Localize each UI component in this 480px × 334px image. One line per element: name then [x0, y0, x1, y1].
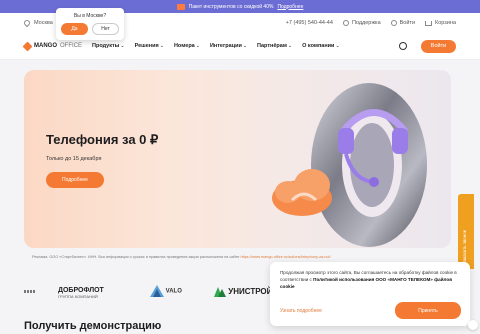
cart-icon [425, 20, 433, 26]
zero-headset-illustration [272, 83, 427, 247]
nav-item-solutions[interactable]: Решения⌄ [135, 43, 164, 49]
location-pin-icon [22, 18, 32, 28]
logo-office: OFFICE [60, 43, 82, 49]
promo-text: Пакет инструментов со скидкой 40% [188, 3, 274, 10]
user-icon [390, 20, 397, 26]
city-yes-button[interactable]: Да [61, 23, 88, 35]
chevron-down-icon: ⌄ [120, 43, 125, 49]
login-link[interactable]: Войти [390, 20, 416, 26]
client-logo-dobroflot: ДОБРОФЛОТ ГРУППА КОМПАНИЙ [58, 287, 104, 299]
demo-section-title: Получить демонстрацию [24, 320, 162, 332]
client-logo-fragment [24, 290, 36, 293]
chevron-down-icon: ⌄ [159, 43, 164, 49]
city-confirm-popup: Вы в Москве? Да Нет [56, 8, 124, 40]
cookie-text: Продолжая просмотр этого сайта, Вы согла… [280, 270, 457, 289]
side-tab-label: Заказать звонок [462, 230, 467, 264]
chat-icon [342, 20, 349, 26]
phone-link[interactable]: +7 (495) 540-44-44 [286, 20, 333, 26]
cookie-accept-button[interactable]: Принять [395, 302, 461, 319]
nav-item-products[interactable]: Продукты⌄ [92, 43, 125, 49]
client-logo-unistroy: УНИСТРОЙ [214, 287, 272, 297]
cart-label: Корзина [435, 20, 456, 26]
enter-button[interactable]: Войти [421, 39, 456, 53]
chevron-down-icon: ⌄ [287, 43, 293, 49]
legal-note: Реклама. ООО «Стартбизнес». ИНН. Вся инф… [32, 255, 442, 259]
chevron-down-icon: ⌄ [335, 43, 340, 49]
unistroy-mark-icon [214, 287, 226, 297]
city-question: Вы в Москве? [73, 13, 107, 19]
cookie-banner: Продолжая просмотр этого сайта, Вы согла… [270, 262, 470, 326]
city-no-button[interactable]: Нет [92, 23, 119, 35]
nav-menu: Продукты⌄ Решения⌄ Номера⌄ Интеграции⌄ П… [92, 43, 340, 49]
chevron-down-icon: ⌄ [242, 43, 248, 49]
valo-mark-icon [150, 285, 164, 297]
gift-icon [176, 3, 185, 10]
nav-item-integrations[interactable]: Интеграции⌄ [210, 43, 247, 49]
chevron-down-icon: ⌄ [195, 43, 200, 49]
hero-subtitle: Только до 15 декабря [46, 156, 102, 162]
logo[interactable]: MANGO OFFICE [22, 41, 82, 51]
search-icon[interactable] [399, 42, 407, 50]
support-link[interactable]: Поддержка [342, 20, 381, 26]
hero-title: Телефония за 0 ₽ [46, 132, 159, 147]
nav-item-partners[interactable]: Партнёрам⌄ [257, 43, 292, 49]
cookie-more-link[interactable]: Узнать подробнее [280, 308, 322, 314]
legal-text: Реклама. ООО «Стартбизнес». ИНН. Вся инф… [32, 255, 241, 259]
login-label: Войти [399, 20, 416, 26]
cart-link[interactable]: Корзина [425, 20, 456, 26]
nav-item-numbers[interactable]: Номера⌄ [174, 43, 200, 49]
promo-link[interactable]: Подробнее [277, 4, 303, 10]
hero-banner: Телефония за 0 ₽ Только до 15 декабря По… [24, 70, 451, 248]
legal-link[interactable]: https://www.mango-office.ru/actions/tele… [240, 255, 330, 259]
city-label: Москва [34, 20, 53, 26]
callback-side-tab[interactable]: Заказать звонок [458, 194, 474, 269]
nav-item-about[interactable]: О компании⌄ [302, 43, 340, 49]
hero-more-button[interactable]: Подробнее [46, 172, 104, 188]
scroll-up-button[interactable] [468, 320, 478, 330]
logo-brand: MANGO [34, 43, 57, 49]
logo-mark-icon [22, 41, 33, 51]
support-label: Поддержка [351, 20, 381, 26]
client-logo-valo: VALO [150, 285, 182, 297]
city-selector[interactable]: Москва [22, 18, 53, 28]
